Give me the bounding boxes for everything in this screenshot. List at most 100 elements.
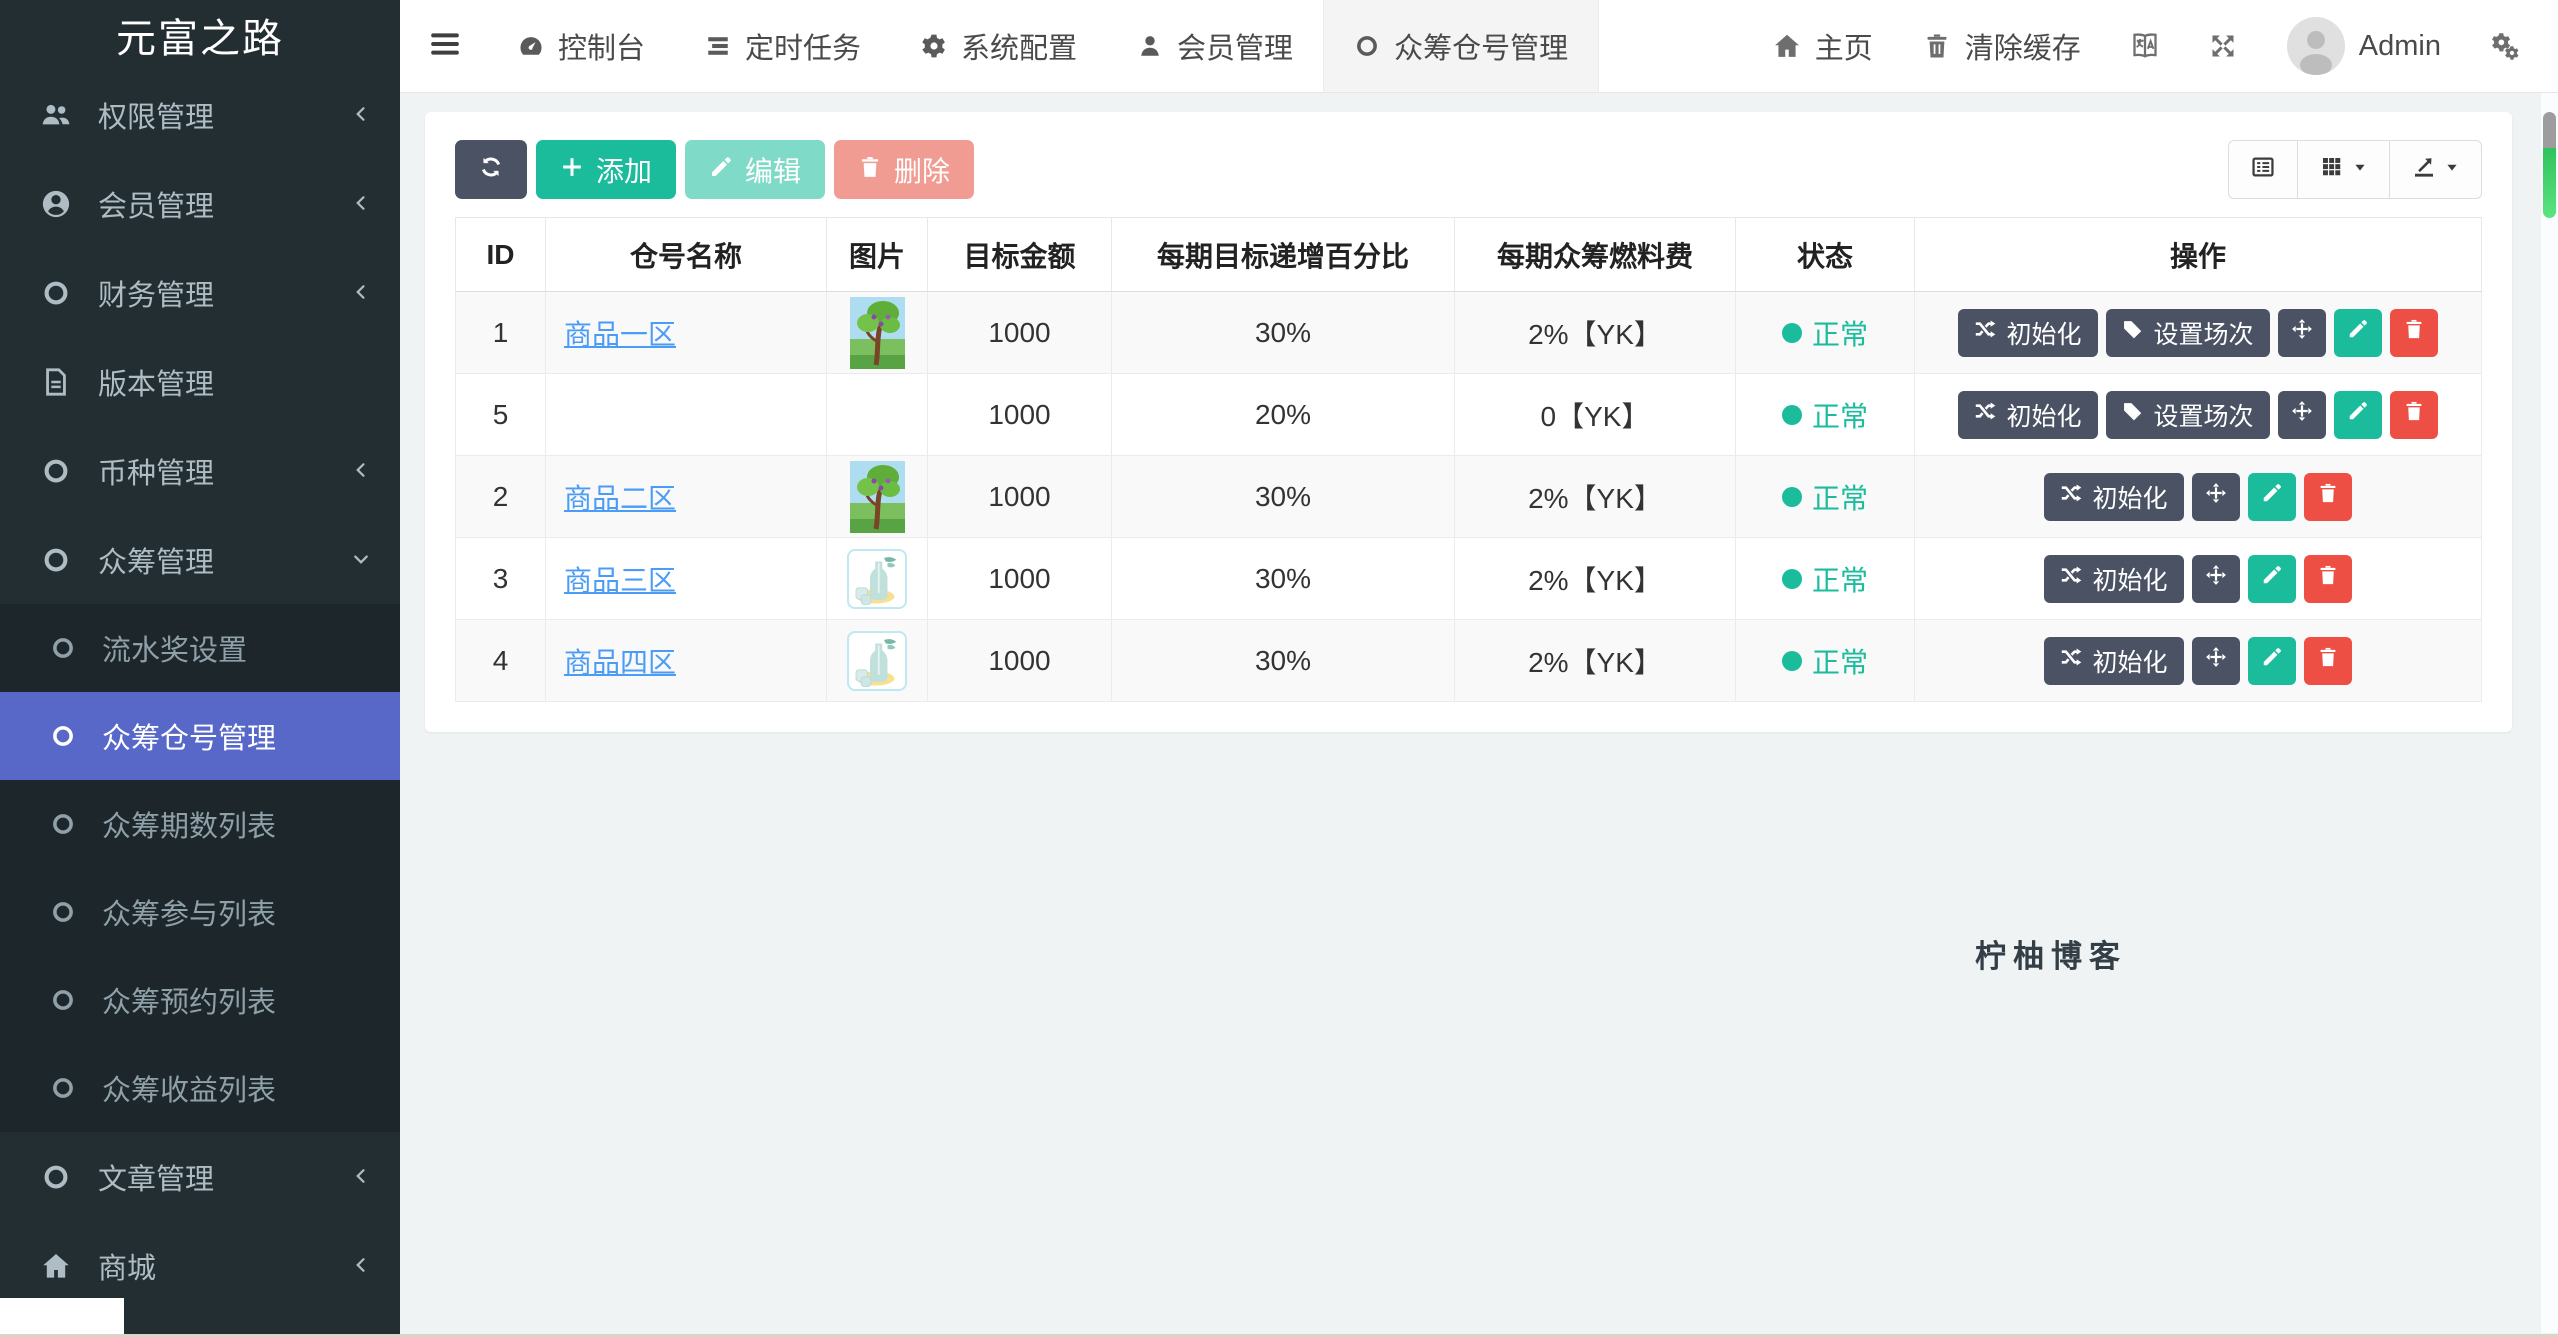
column-header-3[interactable]: 目标金额 [927,217,1112,292]
columns-button[interactable] [2298,140,2390,199]
content-area: 添加 编辑 删除 ID 仓号名称 图片 目标金额 每期目标递增百分比 每期众筹燃料费 状态 操作 … [400,93,2558,1337]
topbar-clear-cache-button[interactable]: 清除缓存 [1898,0,2106,92]
move-button[interactable] [2191,636,2240,685]
delete-button[interactable] [2303,472,2352,521]
cell-fuel-fee: 2%【YK】 [1454,291,1736,374]
delete-button[interactable] [2389,390,2438,439]
init-button[interactable]: 初始化 [2044,554,2184,603]
warehouse-link[interactable]: 商品四区 [564,647,676,678]
delete-button[interactable] [2303,636,2352,685]
trash-icon [2317,646,2339,675]
init-button[interactable]: 初始化 [1958,308,2098,357]
table-row[interactable]: 1 商品一区 1000 30% 2%【YK】 正常 初始化 设置场次 [455,291,2482,374]
tab-member-management[interactable]: 会员管理 [1107,0,1323,92]
add-button[interactable]: 添加 [536,140,677,199]
table-row[interactable]: 5 1000 20% 0【YK】 正常 初始化 设置场次 [455,373,2482,456]
edit-button[interactable] [2247,472,2296,521]
move-button[interactable] [2277,390,2326,439]
column-header-5[interactable]: 每期众筹燃料费 [1454,217,1736,292]
table-toolbar: 添加 编辑 删除 [455,140,2482,199]
init-button[interactable]: 初始化 [1958,390,2098,439]
edit-button[interactable] [2247,554,2296,603]
delete-button[interactable] [2389,308,2438,357]
column-header-6[interactable]: 状态 [1735,217,1915,292]
app-title: 元富之路 [116,17,284,61]
column-header-1[interactable]: 仓号名称 [545,217,827,292]
warehouse-link[interactable]: 商品三区 [564,565,676,596]
sidebar-item-members[interactable]: 会员管理 [0,159,400,248]
refresh-button[interactable] [455,140,527,199]
sidebar-toggle-button[interactable] [400,0,488,92]
cell-increase-percent: 30% [1111,455,1455,538]
topbar-settings-button[interactable] [2466,0,2544,92]
cell-target-amount: 1000 [927,373,1112,456]
tab-label: 众筹仓号管理 [1394,33,1569,65]
chevron-down-icon [352,543,370,576]
delete-button[interactable] [2303,554,2352,603]
sidebar-item-currency[interactable]: 币种管理 [0,426,400,515]
warehouse-table: ID 仓号名称 图片 目标金额 每期目标递增百分比 每期众筹燃料费 状态 操作 1 商品一区 10… [455,217,2482,702]
export-button[interactable] [2390,140,2482,199]
chevron-left-icon [352,98,370,131]
move-button[interactable] [2277,308,2326,357]
tree-thumbnail[interactable] [849,460,905,533]
scrollbar-thumb[interactable] [2543,112,2556,218]
tab-label: 控制台 [558,33,646,65]
edit-button[interactable] [2333,308,2382,357]
tree-thumbnail[interactable] [849,296,905,369]
sidebar-item-crowdfund[interactable]: 众筹管理 [0,515,400,604]
sidebar-item-flow-award-settings[interactable]: 流水奖设置 [0,604,400,692]
column-header-2[interactable]: 图片 [826,217,928,292]
column-header-0[interactable]: ID [455,217,546,292]
sidebar-item-crowdfund-participation[interactable]: 众筹参与列表 [0,868,400,956]
topbar-user-menu[interactable]: Admin [2262,0,2466,92]
scrollbar-track [2541,93,2558,1333]
session-button[interactable]: 设置场次 [2105,308,2270,357]
sidebar-item-crowdfund-reservation[interactable]: 众筹预约列表 [0,956,400,1044]
chevron-left-icon [352,454,370,487]
tab-dashboard[interactable]: 控制台 [488,0,675,92]
sidebar-item-permissions[interactable]: 权限管理 [0,70,400,159]
topbar-fullscreen-button[interactable] [2184,0,2262,92]
topbar-language-button[interactable] [2106,0,2184,92]
warehouse-link[interactable]: 商品二区 [564,483,676,514]
cell-target-amount: 1000 [927,537,1112,620]
column-header-4[interactable]: 每期目标递增百分比 [1111,217,1455,292]
edit-button[interactable] [2333,390,2382,439]
trash-icon [2403,400,2425,429]
action-buttons: 初始化 设置场次 [1958,390,2438,439]
cell-increase-percent: 30% [1111,291,1455,374]
init-button[interactable]: 初始化 [2044,472,2184,521]
sidebar-item-version[interactable]: 版本管理 [0,337,400,426]
tab-crowdfund-warehouse[interactable]: 众筹仓号管理 [1323,0,1600,92]
sidebar-item-crowdfund-warehouse[interactable]: 众筹仓号管理 [0,692,400,780]
sidebar-item-label: 众筹参与列表 [102,899,277,931]
dashboard-icon [518,33,544,59]
sidebar-item-mall[interactable]: 商城 [0,1221,400,1310]
detail-view-button[interactable] [2228,140,2298,199]
table-row[interactable]: 2 商品二区 1000 30% 2%【YK】 正常 初始化 [455,455,2482,538]
sidebar-item-articles[interactable]: 文章管理 [0,1132,400,1221]
circle-icon [41,1162,71,1192]
bottle-thumbnail[interactable] [847,548,907,609]
tab-system-config[interactable]: 系统配置 [891,0,1107,92]
topbar-home-button[interactable]: 主页 [1748,0,1898,92]
table-row[interactable]: 4 商品四区 1000 30% 2%【YK】 正常 初始化 [455,619,2482,702]
edit-button[interactable] [2247,636,2296,685]
move-button[interactable] [2191,554,2240,603]
sidebar-item-crowdfund-income[interactable]: 众筹收益列表 [0,1044,400,1132]
table-row[interactable]: 3 商品三区 1000 30% 2%【YK】 正常 初始化 [455,537,2482,620]
init-button-label: 初始化 [2006,320,2082,349]
cell-id: 1 [455,291,546,374]
cell-id: 2 [455,455,546,538]
bottle-thumbnail[interactable] [847,630,907,691]
column-header-7[interactable]: 操作 [1914,217,2482,292]
warehouse-link[interactable]: 商品一区 [564,319,676,350]
move-button[interactable] [2191,472,2240,521]
init-button[interactable]: 初始化 [2044,636,2184,685]
delete-button-label: 删除 [894,155,951,187]
sidebar-item-finance[interactable]: 财务管理 [0,248,400,337]
session-button[interactable]: 设置场次 [2105,390,2270,439]
sidebar-item-crowdfund-periods[interactable]: 众筹期数列表 [0,780,400,868]
tab-scheduled-tasks[interactable]: 定时任务 [675,0,891,92]
